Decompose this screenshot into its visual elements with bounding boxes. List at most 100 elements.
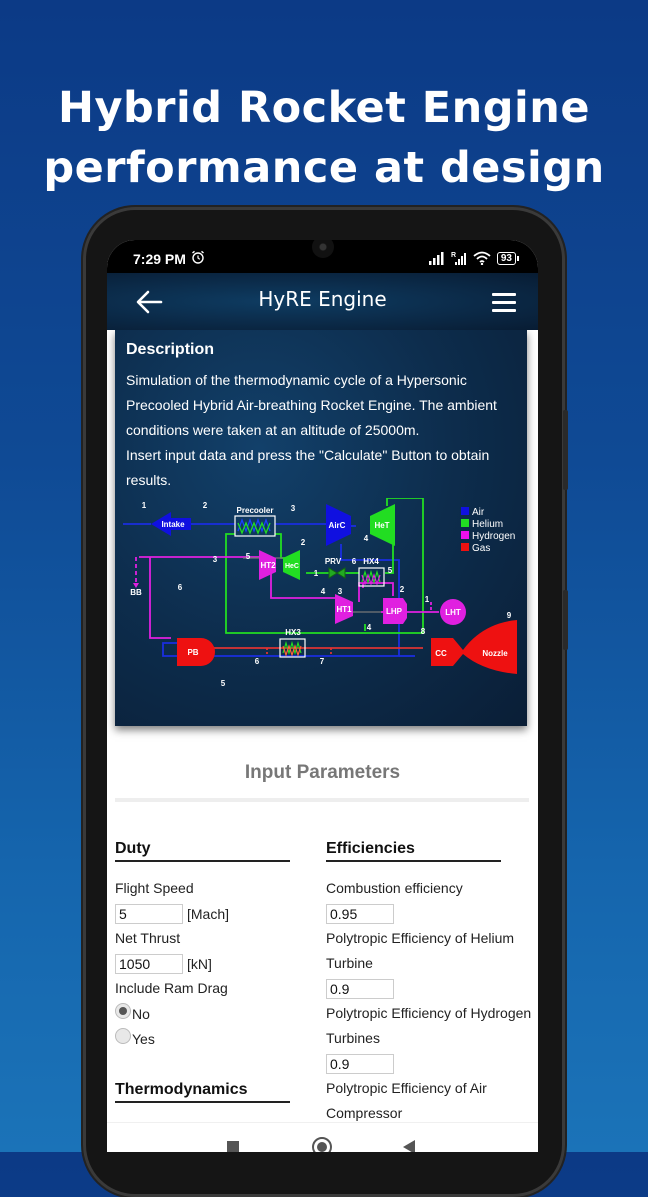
net-thrust-label: Net Thrust: [115, 930, 181, 946]
station-label: 1: [142, 501, 147, 510]
description-text: Simulation of the thermodynamic cycle of…: [126, 368, 521, 493]
app-title: HyRE Engine: [258, 287, 387, 311]
airc-label: AirC: [329, 521, 346, 530]
hx3-label: HX3: [285, 628, 301, 637]
station-label: 9: [507, 611, 512, 620]
scroll-content[interactable]: Description Simulation of the thermodyna…: [107, 330, 538, 1122]
battery-icon: 93: [496, 251, 520, 265]
legend-swatch-gas: [461, 543, 469, 551]
description-paragraph-2: Insert input data and press the "Calcula…: [126, 447, 490, 488]
legend-label-helium: Helium: [472, 519, 503, 530]
efficiencies-column: Efficiencies Combustion efficiency Polyt…: [326, 840, 536, 1122]
signal-roaming-icon: R: [451, 252, 466, 265]
radio-no[interactable]: [115, 1002, 131, 1019]
hx4-label: HX4: [363, 557, 379, 566]
duty-column: Duty Flight Speed [Mach] Net Thrust [kN]…: [115, 840, 325, 1103]
description-card: Description Simulation of the thermodyna…: [115, 330, 527, 726]
station-label: 3: [291, 504, 296, 513]
station-label: 8: [421, 627, 426, 636]
description-paragraph-1: Simulation of the thermodynamic cycle of…: [126, 372, 497, 438]
station-label: 4: [364, 534, 369, 543]
station-label: 6: [352, 557, 357, 566]
station-label: 6: [255, 657, 260, 666]
prv-label: PRV: [325, 557, 342, 566]
phone-screen: 7:29 PM R 93 HyRE Engine Description Sim…: [107, 240, 538, 1152]
station-label: 3: [338, 587, 343, 596]
status-time: 7:29 PM: [133, 251, 186, 267]
station-label: 1: [425, 595, 430, 604]
flight-speed-input[interactable]: [115, 903, 183, 924]
station-label: 5: [388, 566, 393, 575]
net-thrust-input[interactable]: [115, 953, 183, 974]
flight-speed-label: Flight Speed: [115, 880, 194, 896]
legend-swatch-helium: [461, 519, 469, 527]
air-flow-lines: [123, 523, 415, 657]
phone-power-button: [563, 590, 568, 650]
gas-flow-lines: [211, 647, 423, 656]
legend-label-hydrogen: Hydrogen: [472, 531, 515, 542]
signal-icon: [428, 251, 444, 265]
legend-label-air: Air: [472, 507, 485, 518]
cc-nozzle-component: [431, 620, 517, 674]
home-icon[interactable]: [312, 1137, 332, 1152]
radio-yes-label: Yes: [132, 1030, 155, 1047]
app-bar: HyRE Engine: [107, 273, 538, 330]
radio-no-label: No: [132, 1005, 150, 1022]
duty-heading: Duty: [115, 840, 290, 862]
lhp-label: LHP: [386, 607, 403, 616]
pb-label: PB: [187, 648, 198, 657]
efficiencies-heading: Efficiencies: [326, 840, 501, 862]
hydrogen-turbines-efficiency-input[interactable]: [326, 1053, 394, 1074]
legend-swatch-air: [461, 507, 469, 515]
ram-drag-label: Include Ram Drag: [115, 980, 228, 996]
legend-swatch-hydrogen: [461, 531, 469, 539]
hamburger-menu-icon[interactable]: [492, 293, 516, 313]
helium-turbine-efficiency-input[interactable]: [326, 978, 394, 999]
ht2-label: HT2: [260, 561, 276, 570]
radio-yes[interactable]: [115, 1027, 131, 1044]
station-label: 2: [400, 585, 405, 594]
station-label: 5: [221, 679, 226, 688]
net-thrust-unit: [kN]: [187, 955, 212, 972]
intake-label: Intake: [161, 520, 185, 529]
station-label: 5: [246, 552, 251, 561]
station-label: 2: [301, 538, 306, 547]
ht1-label: HT1: [336, 605, 352, 614]
combustion-efficiency-input[interactable]: [326, 903, 394, 924]
back-triangle-icon[interactable]: [403, 1140, 415, 1152]
nozzle-label: Nozzle: [482, 649, 508, 658]
cc-label: CC: [435, 649, 447, 658]
station-label: 2: [203, 501, 208, 510]
air-compressor-efficiency-label: Polytropic Efficiency of Air Compressor: [326, 1080, 487, 1121]
ram-drag-option-no[interactable]: No: [115, 1001, 325, 1026]
precooler-label: Precooler: [237, 506, 274, 515]
wifi-icon: [473, 251, 491, 265]
thermodynamics-heading: Thermodynamics: [115, 1081, 290, 1103]
station-label: 7: [320, 657, 325, 666]
engine-cycle-diagram: Intake Precooler AirC HeT HT2 HeC PRV HX…: [123, 498, 517, 688]
hydrogen-turbines-efficiency-label: Polytropic Efficiency of Hydrogen Turbin…: [326, 1005, 532, 1046]
ram-drag-option-yes[interactable]: Yes: [115, 1026, 325, 1051]
combustion-efficiency-label: Combustion efficiency: [326, 880, 463, 896]
svg-text:R: R: [451, 252, 456, 259]
prv-component: [328, 567, 338, 579]
hec-label: HeC: [285, 563, 299, 570]
legend-label-gas: Gas: [472, 543, 490, 554]
flight-speed-unit: [Mach]: [187, 905, 230, 922]
diagram-legend: Air Helium Hydrogen Gas: [461, 507, 515, 554]
station-label: 1: [314, 569, 319, 578]
input-parameters-title: Input Parameters: [244, 762, 401, 783]
bb-label: BB: [130, 588, 142, 597]
station-label: 4: [321, 587, 326, 596]
recent-apps-icon[interactable]: [227, 1141, 239, 1152]
alarm-icon: [192, 250, 204, 264]
station-label: 6: [178, 583, 183, 592]
system-nav-bar: [107, 1122, 538, 1152]
status-bar: 7:29 PM R 93: [107, 240, 538, 273]
phone-volume-button: [563, 410, 568, 490]
lht-label: LHT: [445, 608, 461, 617]
description-heading: Description: [126, 341, 215, 358]
het-label: HeT: [374, 521, 389, 530]
helium-turbine-efficiency-label: Polytropic Efficiency of Helium Turbine: [326, 930, 515, 971]
input-parameters-divider: [115, 798, 529, 802]
